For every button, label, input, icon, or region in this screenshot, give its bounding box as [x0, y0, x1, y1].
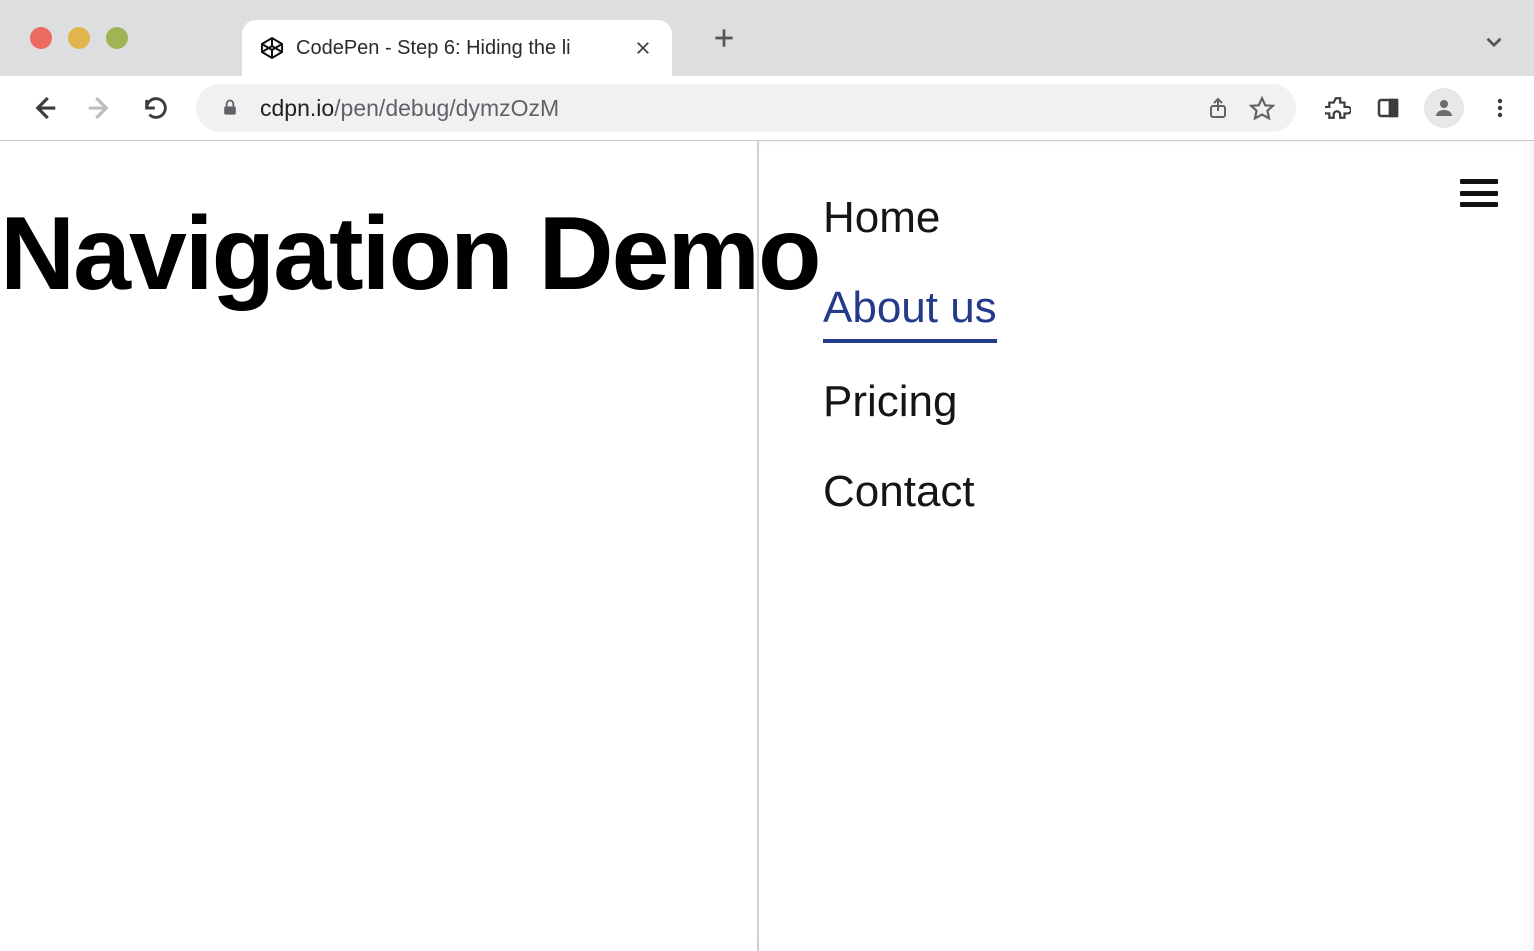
sidepanel-icon[interactable]	[1374, 94, 1402, 122]
window-controls	[30, 27, 128, 49]
new-tab-button[interactable]	[700, 14, 748, 62]
url-domain: cdpn.io	[260, 95, 334, 121]
nav-item-about: About us	[823, 283, 1534, 343]
reload-button[interactable]	[132, 84, 180, 132]
share-icon[interactable]	[1204, 94, 1232, 122]
tab-title: CodePen - Step 6: Hiding the li	[296, 37, 571, 60]
tab-strip: CodePen - Step 6: Hiding the li	[0, 0, 1534, 76]
page-title: Navigation Demo	[0, 195, 757, 315]
url-path: /pen/debug/dymzOzM	[334, 95, 559, 121]
nav-item-contact: Contact	[823, 467, 1534, 523]
window-maximize-button[interactable]	[106, 27, 128, 49]
nav-item-pricing: Pricing	[823, 377, 1534, 433]
navigation-panel: Home About us Pricing Contact	[757, 141, 1534, 951]
nav-item-home: Home	[823, 193, 1534, 249]
address-bar[interactable]: cdpn.io/pen/debug/dymzOzM	[196, 84, 1296, 132]
tabs-dropdown-button[interactable]	[1478, 26, 1510, 58]
page-content: Navigation Demo Home About us Pricing Co…	[0, 141, 1534, 951]
codepen-icon	[260, 36, 284, 60]
hamburger-menu-button[interactable]	[1460, 179, 1498, 207]
lock-icon	[216, 94, 244, 122]
url-text: cdpn.io/pen/debug/dymzOzM	[260, 95, 559, 122]
extensions-icon[interactable]	[1324, 94, 1352, 122]
kebab-menu-icon[interactable]	[1486, 94, 1514, 122]
window-close-button[interactable]	[30, 27, 52, 49]
nav-link-pricing[interactable]: Pricing	[823, 377, 958, 433]
nav-list: Home About us Pricing Contact	[823, 193, 1534, 523]
close-tab-button[interactable]	[632, 37, 654, 59]
star-icon[interactable]	[1248, 94, 1276, 122]
back-button[interactable]	[20, 84, 68, 132]
nav-link-about[interactable]: About us	[823, 283, 997, 343]
browser-tab-active[interactable]: CodePen - Step 6: Hiding the li	[242, 20, 672, 76]
profile-button[interactable]	[1424, 88, 1464, 128]
nav-link-home[interactable]: Home	[823, 193, 940, 249]
forward-button[interactable]	[76, 84, 124, 132]
browser-toolbar: cdpn.io/pen/debug/dymzOzM	[0, 76, 1534, 140]
main-area: Navigation Demo	[0, 141, 757, 951]
nav-link-contact[interactable]: Contact	[823, 467, 975, 523]
window-minimize-button[interactable]	[68, 27, 90, 49]
toolbar-right-icons	[1324, 88, 1514, 128]
browser-chrome: CodePen - Step 6: Hiding the li	[0, 0, 1534, 141]
